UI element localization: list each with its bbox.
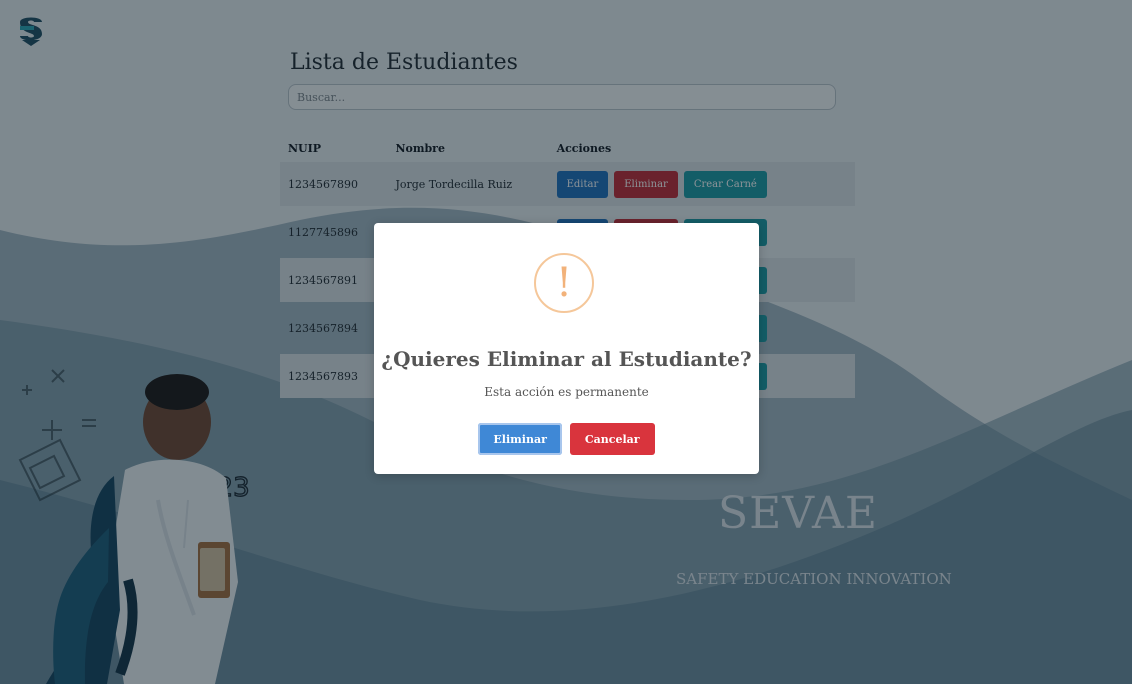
confirm-delete-button[interactable]: Eliminar xyxy=(478,423,562,455)
dialog-message: Esta acción es permanente xyxy=(484,385,649,399)
dialog-actions: Eliminar Cancelar xyxy=(374,423,759,455)
delete-confirm-dialog: ! ¿Quieres Eliminar al Estudiante? Esta … xyxy=(374,223,759,474)
warning-icon: ! xyxy=(534,253,594,313)
dialog-title: ¿Quieres Eliminar al Estudiante? xyxy=(381,347,752,371)
cancel-button[interactable]: Cancelar xyxy=(569,423,655,455)
